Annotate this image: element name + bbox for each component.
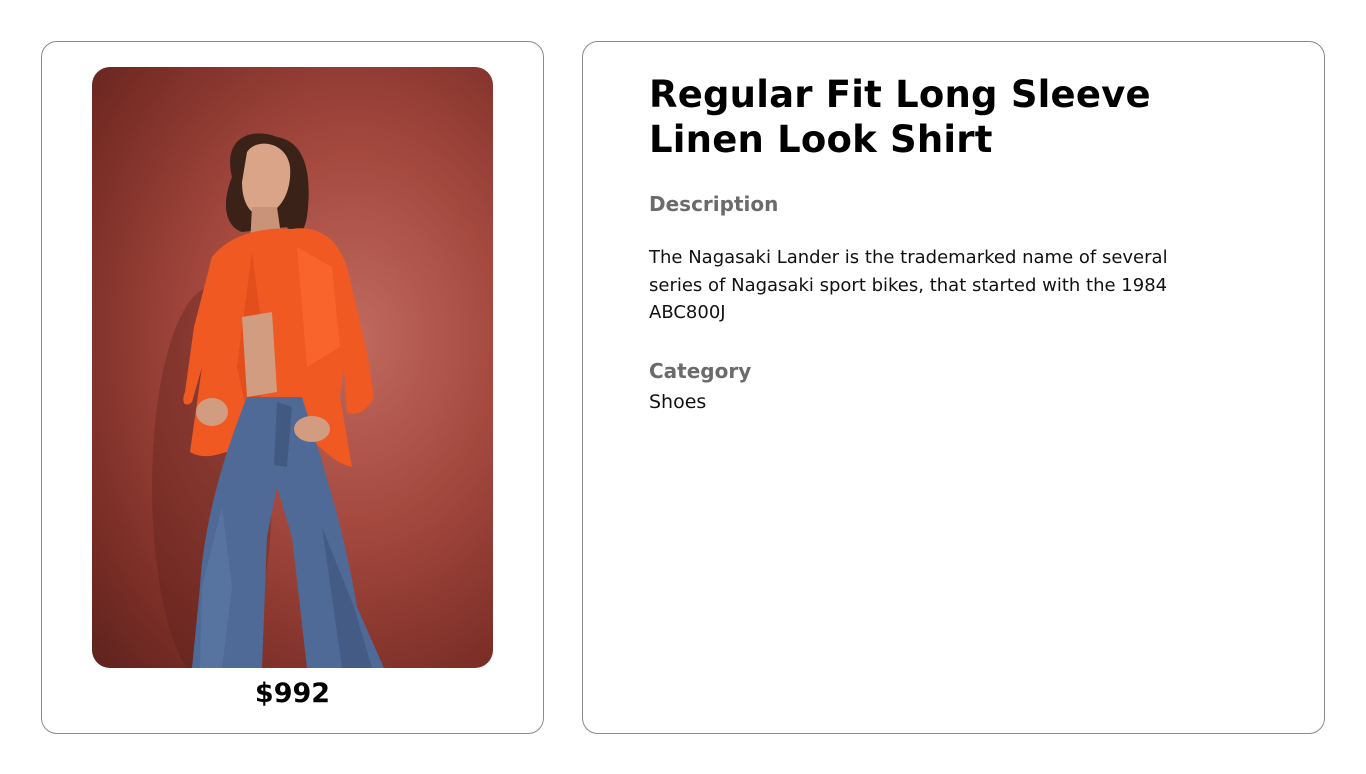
product-image-card: $992 bbox=[41, 41, 544, 734]
product-price: $992 bbox=[254, 678, 331, 709]
product-details: Regular Fit Long Sleeve Linen Look Shirt… bbox=[649, 72, 1249, 413]
description-label: Description bbox=[649, 192, 779, 216]
product-details-card: Regular Fit Long Sleeve Linen Look Shirt… bbox=[582, 41, 1325, 734]
category-label: Category bbox=[649, 358, 752, 383]
product-title: Regular Fit Long Sleeve Linen Look Shirt bbox=[649, 73, 1151, 161]
product-description: The Nagasaki Lander is the trademarked n… bbox=[649, 247, 1168, 323]
product-image bbox=[92, 67, 493, 668]
product-detail-page: $992 Regular Fit Long Sleeve Linen Look … bbox=[0, 0, 1366, 774]
product-category: Shoes bbox=[649, 390, 707, 413]
